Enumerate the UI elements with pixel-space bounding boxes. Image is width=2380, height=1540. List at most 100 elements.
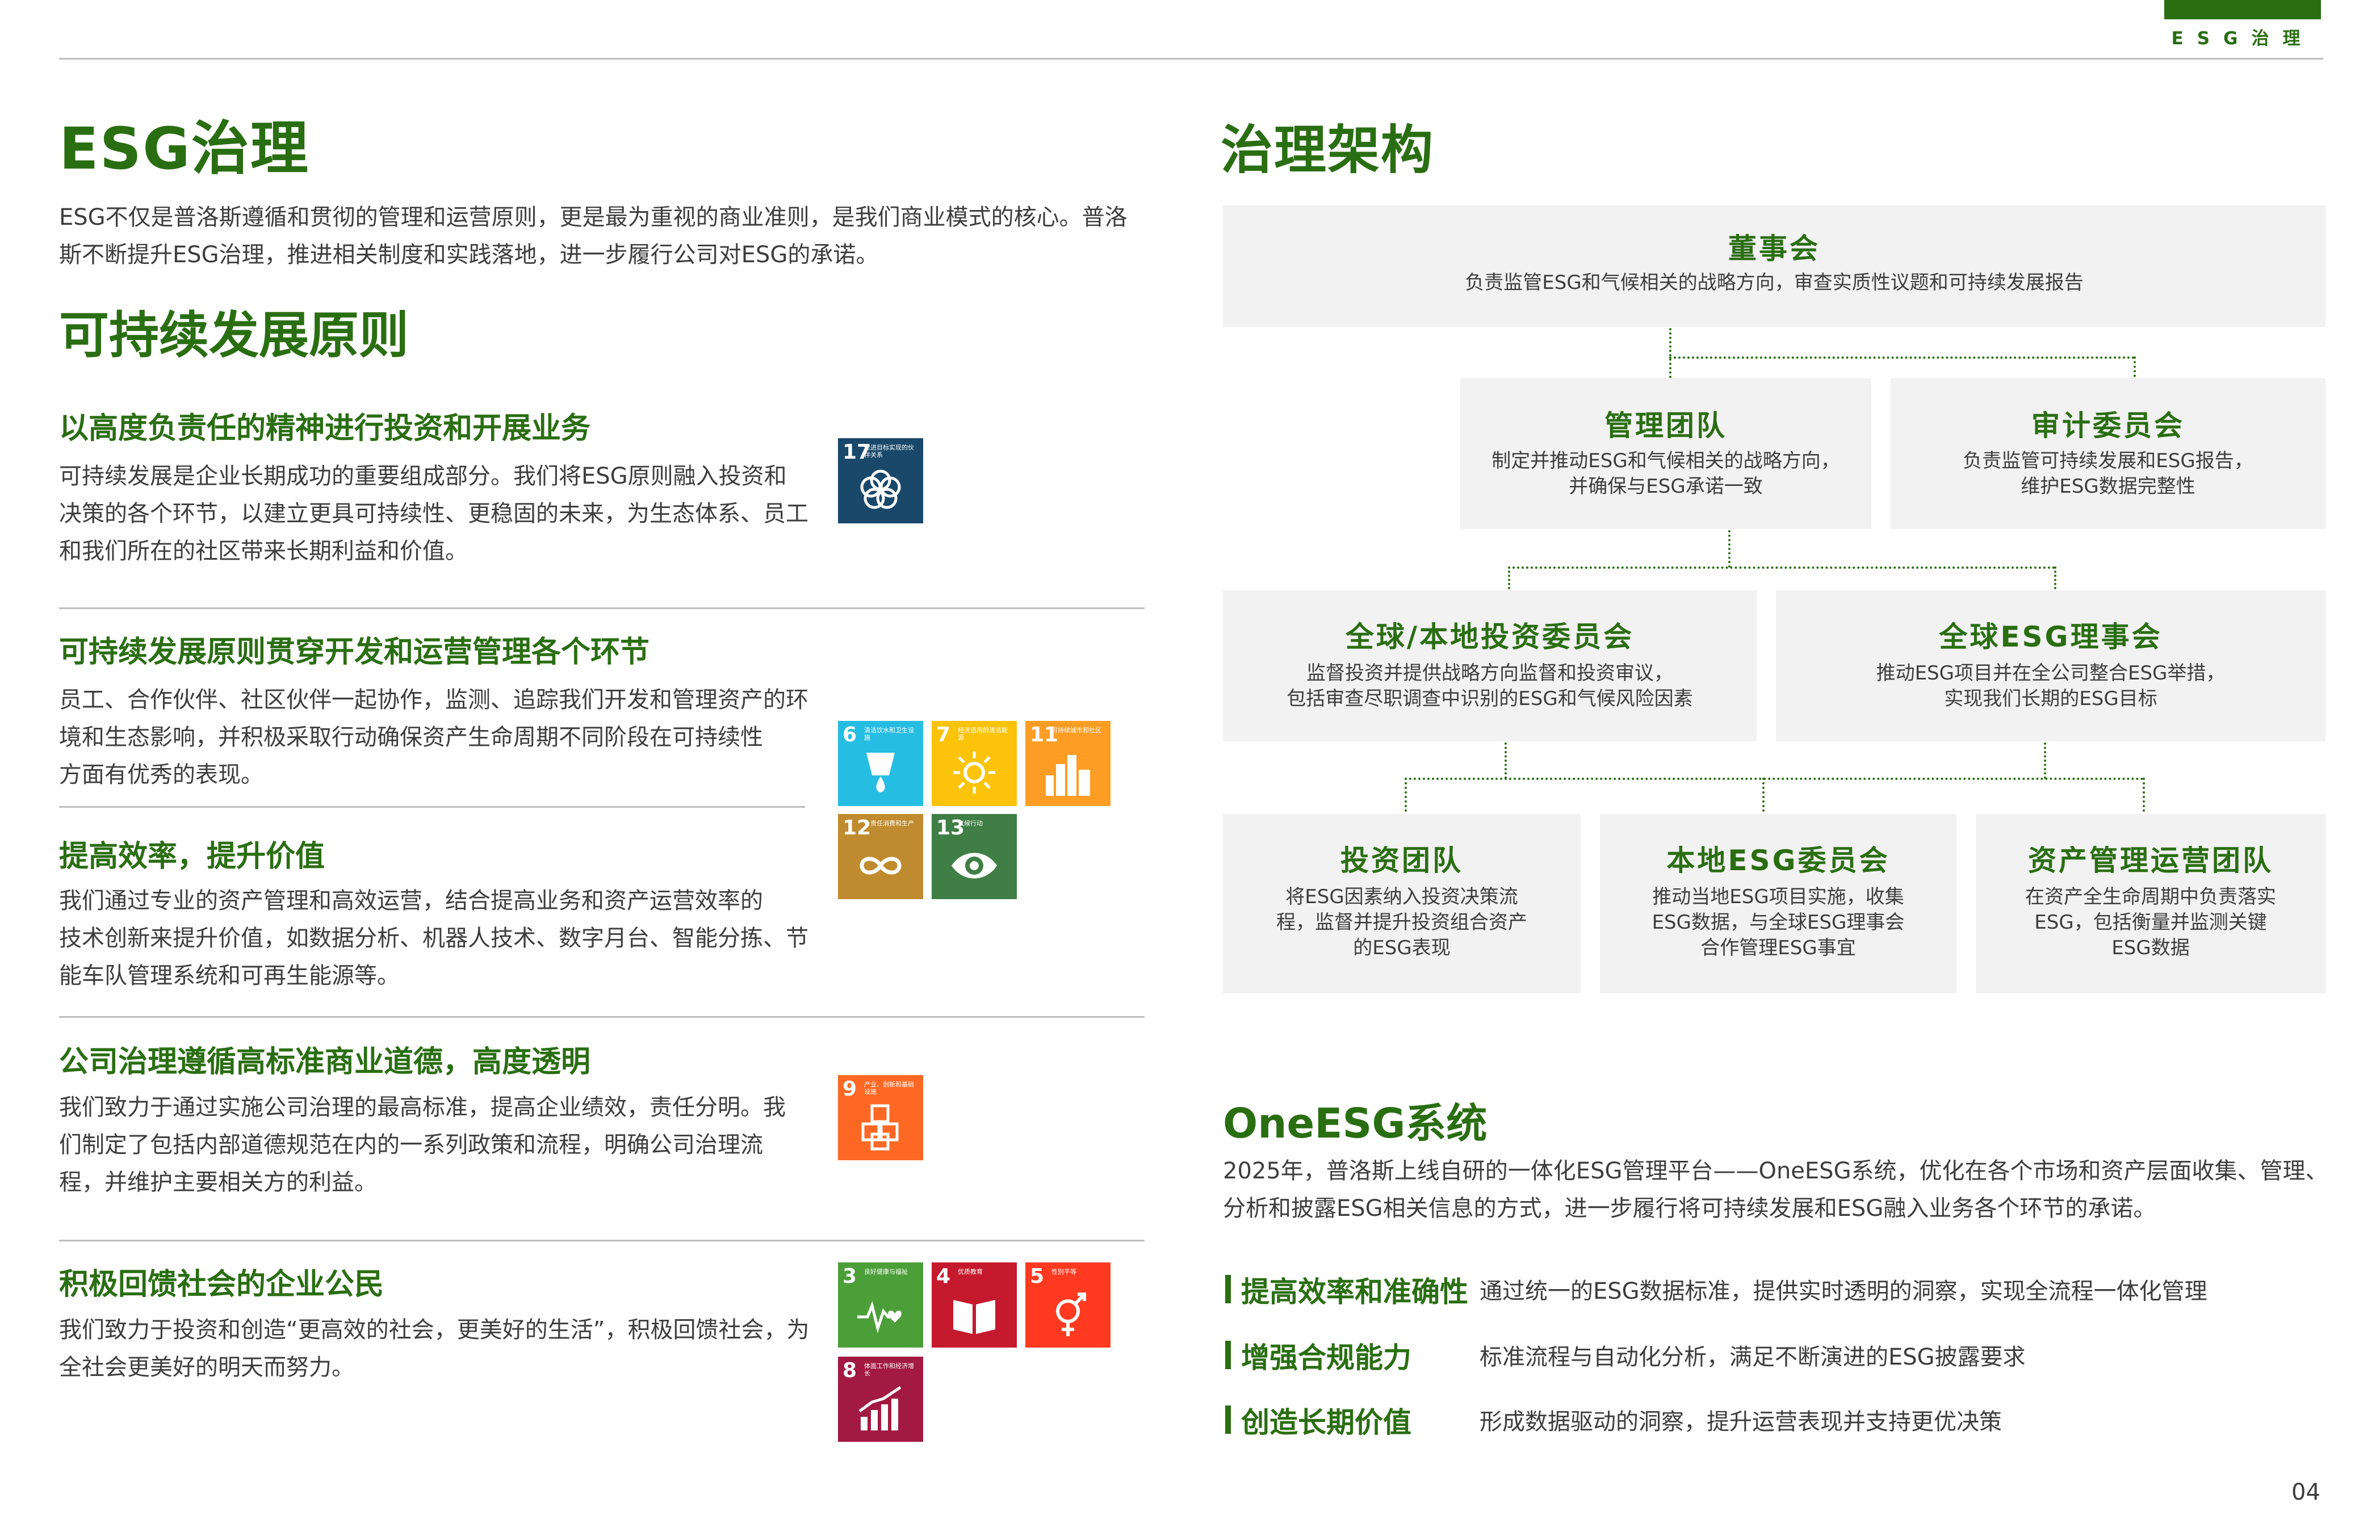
desc-line: 负责监管可持续发展和ESG报告，: [1963, 450, 2253, 472]
body-line: 我们通过专业的资产管理和高效运营，结合提高业务和资产运营效率的: [59, 888, 763, 914]
body-line: 员工、合作伙伴、社区伙伴一起协作，监测、追踪我们开发和管理资产的环: [59, 687, 808, 713]
desc-line: 包括审查尽职调查中识别的ESG和气候风险因素: [1287, 687, 1693, 710]
sdg-label: 经济适用的清洁能源: [958, 727, 1008, 741]
section-body: 我们通过专业的资产管理和高效运营，结合提高业务和资产运营效率的 技术创新来提升价…: [59, 882, 814, 995]
body-line: 和我们所在的社区带来长期利益和价值。: [59, 538, 468, 564]
body-line: 可持续发展是企业长期成功的重要组成部分。我们将ESG原则融入投资和: [59, 463, 787, 489]
city-icon: [1046, 755, 1090, 796]
sdg-number: 7: [936, 723, 951, 746]
body-line: 程，并维护主要相关方的利益。: [59, 1169, 377, 1195]
local-esg-box: 本地ESG委员会 推动当地ESG项目实施，收集 ESG数据，与全球ESG理事会 …: [1600, 814, 1956, 993]
intro-line: 分析和披露ESG相关信息的方式，进一步履行将可持续发展和ESG融入业务各个环节的…: [1223, 1195, 2156, 1222]
connector: [1669, 328, 1671, 378]
intro-paragraph: ESG不仅是普洛斯遵循和贯彻的管理和运营原则，更是最为重视的商业准则，是我们商业…: [59, 199, 1166, 274]
sdg-9-industry-icon: 9 产业、创新和基础设施: [838, 1075, 923, 1160]
desc-line: 将ESG因素纳入投资决策流: [1285, 886, 1518, 908]
desc-line: 的ESG表现: [1353, 937, 1451, 959]
desc-line: 并确保与ESG承诺一致: [1569, 475, 1763, 498]
invest-committee-box: 全球/本地投资委员会 监督投资并提供战略方向监督和投资审议， 包括审查尽职调查中…: [1223, 590, 1757, 741]
local-esg-desc: 推动当地ESG项目实施，收集 ESG数据，与全球ESG理事会 合作管理ESG事宜: [1600, 884, 1956, 961]
sdg-label: 优质教育: [958, 1268, 983, 1275]
sdg-label: 负责任消费和生产: [864, 820, 914, 827]
body-line: 方面有优秀的表现。: [59, 762, 263, 788]
intro-line: 斯不断提升ESG治理，推进相关制度和实践落地，进一步履行公司对ESG的承诺。: [59, 242, 879, 268]
cubes-icon: [861, 1104, 899, 1151]
audit-desc: 负责监管可持续发展和ESG报告， 维护ESG数据完整性: [1891, 448, 2325, 500]
mgmt-desc: 制定并推动ESG和气候相关的战略方向， 并确保与ESG承诺一致: [1460, 448, 1871, 500]
audit-name: 审计委员会: [2031, 409, 2185, 442]
growth-chart-icon: [858, 1386, 902, 1430]
sdg-label: 可持续城市和社区: [1051, 727, 1101, 734]
sdg-12-consumption-icon: 12 负责任消费和生产: [838, 814, 923, 899]
body-line: 们制定了包括内部道德规范在内的一系列政策和流程，明确公司治理流: [59, 1132, 763, 1158]
sdg-7-energy-icon: 7 经济适用的清洁能源: [932, 721, 1017, 806]
page-title: ESG治理: [59, 115, 309, 183]
oneesg-intro: 2025年，普洛斯上线自研的一体化ESG管理平台——OneESG系统，优化在各个…: [1223, 1152, 2330, 1227]
board-desc: 负责监管ESG和气候相关的战略方向，审查实质性议题和可持续发展报告: [1223, 270, 2325, 296]
principles-title: 可持续发展原则: [59, 306, 409, 364]
section-body: 我们致力于通过实施公司治理的最高标准，提高企业绩效，责任分明。我 们制定了包括内…: [59, 1089, 814, 1201]
sdg-4-education-icon: 4 优质教育: [932, 1262, 1017, 1348]
invest-team-desc: 将ESG因素纳入投资决策流 程，监督并提升投资组合资产 的ESG表现: [1223, 884, 1581, 961]
body-line: 全社会更美好的明天而努力。: [59, 1354, 354, 1380]
section-heading: 积极回馈社会的企业公民: [59, 1268, 384, 1302]
sdg-number: 9: [843, 1077, 857, 1101]
page-number: 04: [2291, 1479, 2320, 1505]
desc-line: 推动当地ESG项目实施，收集: [1652, 886, 1904, 908]
sdg-5-gender-icon: 5 性别平等: [1025, 1262, 1111, 1348]
connector: [1508, 567, 2055, 569]
desc-line: 合作管理ESG事宜: [1700, 937, 1856, 959]
feature-desc: 形成数据驱动的洞察，提升运营表现并支持更优决策: [1480, 1409, 2002, 1435]
desc-line: 推动ESG项目并在全公司整合ESG举措，: [1876, 662, 2226, 685]
invest-committee-name: 全球/本地投资委员会: [1345, 620, 1635, 653]
book-icon: [953, 1300, 995, 1334]
section-divider: [59, 806, 805, 808]
desc-line: 实现我们长期的ESG目标: [1944, 687, 2157, 710]
sdg-label: 性别平等: [1051, 1268, 1076, 1275]
connector: [1669, 356, 2135, 359]
desc-line: 负责监管ESG和气候相关的战略方向，审查实质性议题和可持续发展报告: [1465, 271, 2084, 294]
desc-line: 在资产全生命周期中负责落实: [2025, 886, 2276, 908]
body-line: 能车队管理系统和可再生能源等。: [59, 963, 400, 989]
connector: [1762, 778, 1765, 812]
connector: [2143, 778, 2145, 812]
invest-committee-desc: 监督投资并提供战略方向监督和投资审议， 包括审查尽职调查中识别的ESG和气候风险…: [1223, 661, 1757, 712]
sdg-label: 体面工作和经济增长: [864, 1362, 914, 1377]
connector: [1405, 778, 1407, 812]
body-line: 我们致力于投资和创造“更高效的社会，更美好的生活”，积极回馈社会，为: [59, 1317, 810, 1343]
section-heading: 提高效率，提升价值: [59, 840, 325, 874]
desc-line: ESG数据: [2111, 937, 2190, 959]
sdg-8-work-icon: 8 体面工作和经济增长: [838, 1357, 923, 1442]
sdg-number: 4: [936, 1265, 951, 1288]
section-body: 可持续发展是企业长期成功的重要组成部分。我们将ESG原则融入投资和 决策的各个环…: [59, 458, 814, 570]
sdg-number: 5: [1030, 1265, 1045, 1288]
audit-committee-box: 审计委员会 负责监管可持续发展和ESG报告， 维护ESG数据完整性: [1891, 378, 2325, 529]
sdg-17-partnership-icon: 17 促进目标实现的伙伴关系: [838, 438, 923, 523]
connector: [1728, 530, 1730, 568]
desc-line: 制定并推动ESG和气候相关的战略方向，: [1491, 450, 1840, 472]
connector: [2134, 356, 2136, 377]
invest-team-name: 投资团队: [1340, 844, 1463, 877]
feature-bar: [1225, 1275, 1231, 1303]
gender-icon: [1056, 1293, 1086, 1336]
sdg-13-climate-icon: 13 气候行动: [932, 814, 1017, 899]
connector: [1505, 742, 1507, 779]
connector: [1405, 778, 2144, 780]
feature-bar: [1225, 1341, 1231, 1369]
mgmt-team-box: 管理团队 制定并推动ESG和气候相关的战略方向， 并确保与ESG承诺一致: [1460, 378, 1871, 529]
sdg-number: 3: [843, 1265, 857, 1288]
feature-bar: [1225, 1405, 1231, 1434]
invest-team-box: 投资团队 将ESG因素纳入投资决策流 程，监督并提升投资组合资产 的ESG表现: [1223, 814, 1581, 993]
section-body: 员工、合作伙伴、社区伙伴一起协作，监测、追踪我们开发和管理资产的环 境和生态影响…: [59, 681, 814, 794]
section-heading: 公司治理遵循高标准商业道德，高度透明: [59, 1045, 591, 1079]
connector: [2044, 742, 2046, 779]
section-divider: [59, 1016, 1145, 1018]
desc-line: 程，监督并提升投资组合资产: [1276, 911, 1527, 934]
section-divider: [59, 607, 1145, 609]
body-line: 境和生态影响，并积极采取行动确保资产生命周期不同阶段在可持续性: [59, 724, 763, 750]
esg-council-box: 全球ESG理事会 推动ESG项目并在全公司整合ESG举措， 实现我们长期的ESG…: [1776, 590, 2325, 741]
sdg-number: 8: [843, 1359, 857, 1382]
body-line: 技术创新来提升价值，如数据分析、机器人技术、数字月台、智能分拣、节: [59, 925, 808, 951]
partnership-flower-icon: [860, 469, 901, 509]
esg-council-name: 全球ESG理事会: [1939, 620, 2163, 653]
